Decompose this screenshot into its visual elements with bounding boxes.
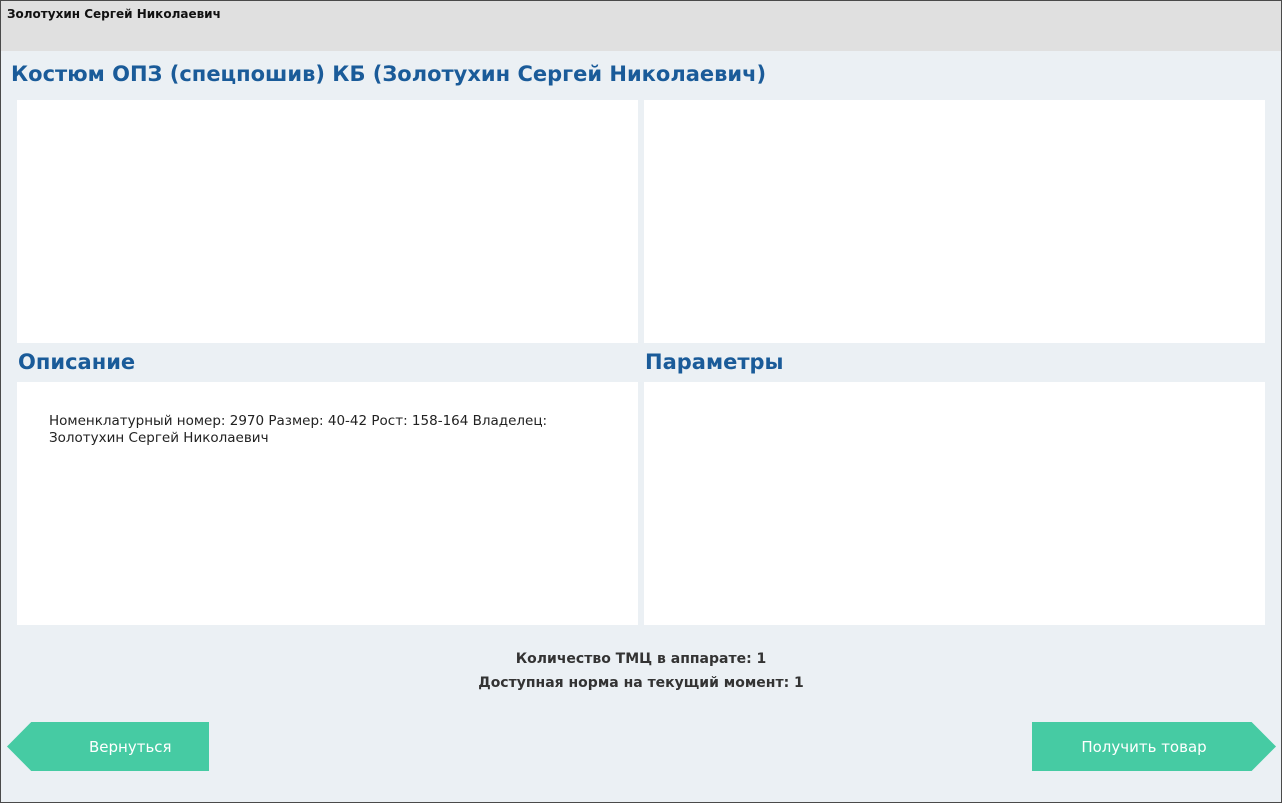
parameters-heading: Параметры [645, 350, 784, 374]
available-norm: Доступная норма на текущий момент: 1 [478, 675, 804, 691]
back-button[interactable]: Вернуться [7, 722, 209, 771]
product-image-panel-right [644, 100, 1265, 343]
get-item-button-label: Получить товар [1081, 737, 1207, 756]
back-button-label: Вернуться [89, 737, 172, 756]
quantity-in-machine: Количество ТМЦ в аппарате: 1 [515, 651, 767, 667]
description-text: Номенклатурный номер: 2970 Размер: 40-42… [49, 413, 548, 446]
window-title: Золотухин Сергей Николаевич [7, 7, 221, 21]
get-item-button[interactable]: Получить товар [1032, 722, 1276, 771]
description-panel: Номенклатурный номер: 2970 Размер: 40-42… [17, 382, 638, 625]
parameters-panel [644, 382, 1265, 625]
description-heading: Описание [18, 350, 136, 374]
product-image-panel-left [17, 100, 638, 343]
product-title: Костюм ОПЗ (спецпошив) КБ (Золотухин Сер… [11, 62, 767, 86]
title-bar: Золотухин Сергей Николаевич [1, 1, 1281, 51]
